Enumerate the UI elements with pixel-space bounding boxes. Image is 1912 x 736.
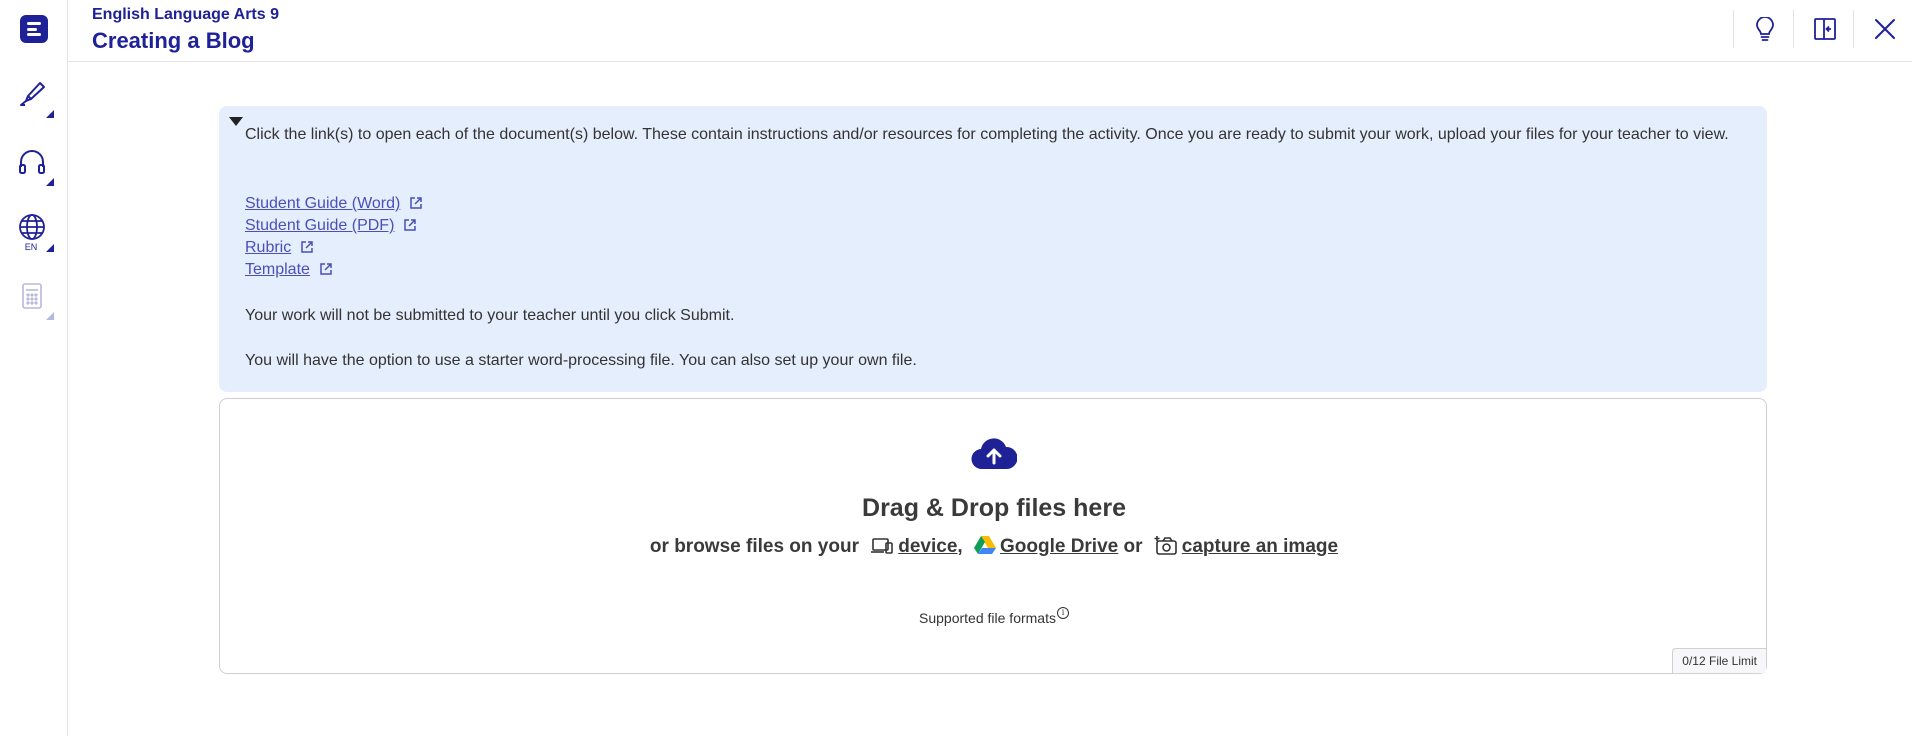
page-title: Creating a Blog	[92, 28, 255, 53]
collapse-panel-icon	[1814, 18, 1836, 40]
highlighter-tool-button[interactable]	[14, 76, 54, 120]
language-label: EN	[24, 242, 38, 252]
cloud-upload-icon	[971, 438, 1017, 470]
google-drive-button[interactable]: Google Drive	[968, 536, 1118, 557]
starter-file-note: You will have the option to use a starte…	[245, 352, 917, 369]
drop-zone-title: Drag & Drop files here	[862, 494, 1126, 522]
collapse-toggle-icon[interactable]	[229, 117, 243, 126]
submit-note: Your work will not be submitted to your …	[245, 307, 735, 324]
external-link-icon	[301, 241, 313, 253]
instructions-panel: Click the link(s) to open each of the do…	[219, 106, 1767, 392]
external-link-icon	[410, 197, 423, 209]
headphones-icon	[19, 150, 45, 174]
close-icon	[1875, 19, 1895, 39]
close-button[interactable]	[1865, 10, 1905, 48]
activity-header: English Language Arts 9 Creating a Blog	[68, 0, 1912, 62]
device-icon	[871, 538, 894, 554]
collapse-panel-button[interactable]	[1805, 10, 1845, 48]
link-student-guide-pdf[interactable]: Student Guide (PDF)	[245, 215, 417, 237]
link-rubric[interactable]: Rubric	[245, 237, 314, 259]
supported-formats-info[interactable]: Supported file formats i	[220, 607, 1768, 626]
tool-rail: EN	[0, 0, 68, 736]
calculator-tool-button	[14, 278, 54, 322]
external-link-icon	[320, 263, 332, 275]
browse-device-button[interactable]: device	[864, 536, 957, 557]
lightbulb-icon	[1756, 17, 1774, 41]
file-drop-zone[interactable]: Drag & Drop files here or browse files o…	[219, 398, 1767, 674]
calculator-icon	[22, 283, 42, 309]
external-link-icon	[404, 219, 417, 231]
google-drive-icon	[973, 536, 996, 554]
browse-options: or browse files on your device, Google D…	[649, 536, 1339, 557]
hint-button[interactable]	[1745, 10, 1785, 48]
app-logo-icon[interactable]	[20, 15, 48, 43]
course-name: English Language Arts 9	[92, 6, 279, 23]
instructions-intro: Click the link(s) to open each of the do…	[245, 126, 1729, 143]
link-template[interactable]: Template	[245, 259, 333, 281]
camera-icon	[1154, 536, 1177, 555]
file-limit-badge: 0/12 File Limit	[1672, 648, 1766, 673]
text-to-speech-tool-button[interactable]	[14, 144, 54, 188]
info-icon: i	[1056, 607, 1069, 619]
translate-tool-button[interactable]: EN	[14, 210, 54, 254]
highlighter-icon	[20, 82, 45, 106]
link-student-guide-word[interactable]: Student Guide (Word)	[245, 193, 423, 215]
capture-image-button[interactable]: capture an image	[1148, 536, 1338, 557]
globe-icon	[19, 214, 45, 240]
